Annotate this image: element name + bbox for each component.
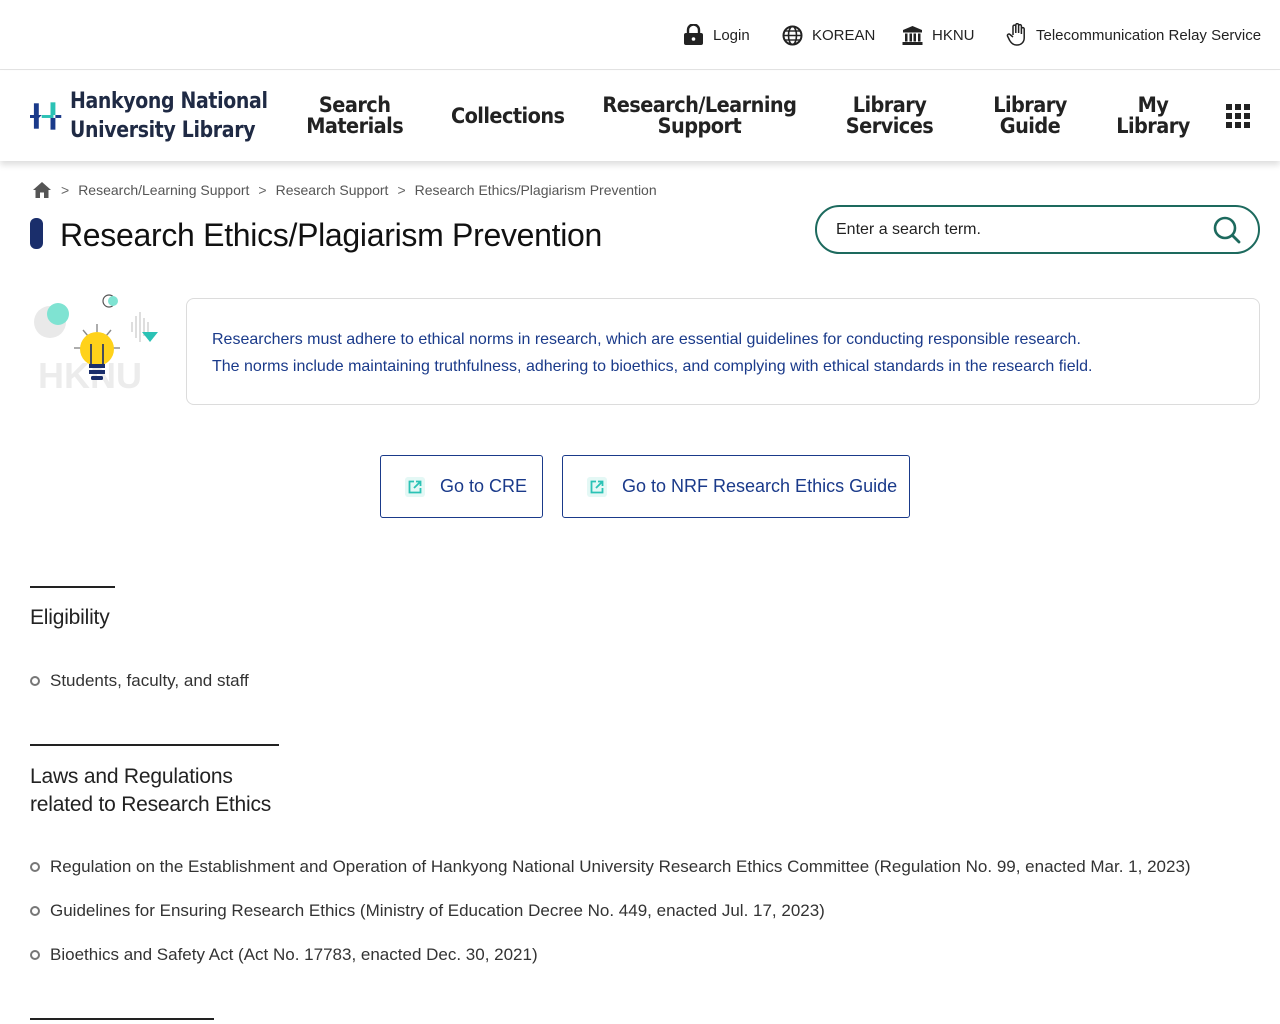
sign-language-hand-icon	[1006, 23, 1025, 46]
search-input[interactable]	[836, 220, 1196, 239]
hknu-logo-icon	[30, 102, 62, 130]
section-divider	[30, 744, 279, 746]
nav-research-learning-support[interactable]: Research/Learning Support	[590, 71, 808, 161]
list-item: Students, faculty, and staff	[30, 669, 249, 693]
university-link[interactable]: HKNU	[902, 22, 975, 48]
nav-library-guide[interactable]: Library Guide	[980, 71, 1080, 161]
laws-heading-line2: related to Research Ethics	[30, 793, 272, 816]
bullet-icon	[30, 676, 40, 686]
go-to-nrf-guide-button[interactable]: Go to NRF Research Ethics Guide	[562, 455, 910, 518]
nav-collections-label: Collections	[450, 103, 565, 128]
nav-library-guide-line1: Library	[993, 93, 1067, 117]
intro-box: Researchers must adhere to ethical norms…	[186, 298, 1260, 405]
search-icon[interactable]	[1213, 216, 1241, 244]
lock-icon	[684, 24, 703, 45]
home-icon[interactable]	[32, 181, 52, 199]
login-link[interactable]: Login	[683, 22, 750, 48]
nav-research-support-line1: Research/Learning	[602, 93, 797, 117]
external-link-icon	[405, 476, 425, 497]
globe-icon	[782, 25, 803, 45]
relay-service-link[interactable]: Telecommunication Relay Service	[1006, 22, 1261, 48]
search-box	[815, 205, 1260, 254]
laws-heading-line1: Laws and Regulations	[30, 765, 233, 788]
logo-line1: Hankyong National	[70, 89, 268, 114]
breadcrumb-research-learning-support[interactable]: Research/Learning Support	[78, 182, 249, 198]
list-item: Guidelines for Ensuring Research Ethics …	[30, 899, 825, 923]
law-item: Regulation on the Establishment and Oper…	[50, 857, 1191, 876]
logo-text: Hankyong National University Library	[70, 87, 268, 145]
breadcrumb-current-page: Research Ethics/Plagiarism Prevention	[414, 182, 657, 198]
list-item: Regulation on the Establishment and Oper…	[30, 855, 1191, 879]
go-to-cre-label: Go to CRE	[440, 476, 528, 496]
nav-collections[interactable]: Collections	[440, 71, 575, 161]
university-label: HKNU	[932, 26, 975, 44]
all-menu-grid-icon[interactable]	[1226, 104, 1250, 128]
page-title: Research Ethics/Plagiarism Prevention	[60, 217, 603, 253]
title-accent-bar	[30, 218, 43, 249]
nav-search-materials[interactable]: Search Materials	[300, 71, 410, 161]
nav-library-services-line1: Library	[853, 93, 927, 117]
external-link-icon	[587, 476, 607, 497]
login-label: Login	[713, 26, 750, 44]
law-item: Bioethics and Safety Act (Act No. 17783,…	[50, 945, 538, 964]
bullet-icon	[30, 862, 40, 872]
language-link[interactable]: KOREAN	[782, 22, 875, 48]
library-logo[interactable]: Hankyong National University Library	[30, 87, 300, 145]
nav-search-materials-line2: Materials	[306, 114, 404, 138]
go-to-nrf-guide-label: Go to NRF Research Ethics Guide	[622, 476, 898, 496]
eligibility-heading: Eligibility	[30, 606, 110, 629]
nav-my-library[interactable]: My Library	[1105, 71, 1200, 161]
university-building-icon	[902, 25, 923, 45]
main-header: Hankyong National University Library Sea…	[0, 71, 1280, 161]
chevron-right-icon: >	[258, 182, 267, 198]
breadcrumb: > Research/Learning Support > Research S…	[32, 179, 657, 201]
nav-library-services-line2: Services	[846, 114, 934, 138]
language-label: KOREAN	[812, 26, 876, 44]
chevron-right-icon: >	[397, 182, 406, 198]
go-to-cre-button[interactable]: Go to CRE	[380, 455, 543, 518]
bullet-icon	[30, 906, 40, 916]
chevron-right-icon: >	[61, 182, 70, 198]
nav-my-library-line1: My	[1137, 93, 1168, 117]
laws-heading: Laws and Regulations related to Research…	[30, 763, 271, 819]
law-item: Guidelines for Ensuring Research Ethics …	[50, 901, 825, 920]
lightbulb-illustration: HKNU	[34, 294, 158, 396]
logo-line2: University Library	[70, 118, 256, 143]
list-item: Bioethics and Safety Act (Act No. 17783,…	[30, 943, 538, 967]
bullet-icon	[30, 950, 40, 960]
nav-library-guide-line2: Guide	[999, 114, 1061, 138]
nav-library-services[interactable]: Library Services	[835, 71, 945, 161]
relay-service-label: Telecommunication Relay Service	[1036, 26, 1262, 44]
nav-my-library-line2: Library	[1115, 114, 1190, 138]
section-divider	[30, 1018, 214, 1020]
eligibility-item: Students, faculty, and staff	[50, 671, 249, 690]
intro-line: The norms include maintaining truthfulne…	[212, 358, 1093, 375]
section-divider	[30, 586, 115, 588]
intro-line: Researchers must adhere to ethical norms…	[212, 331, 1081, 348]
nav-search-materials-line1: Search	[319, 93, 391, 117]
breadcrumb-research-support[interactable]: Research Support	[276, 182, 389, 198]
utility-bar: Login KOREAN HKNU Telecommunication Rela…	[0, 0, 1280, 70]
nav-research-support-line2: Support	[657, 114, 741, 138]
